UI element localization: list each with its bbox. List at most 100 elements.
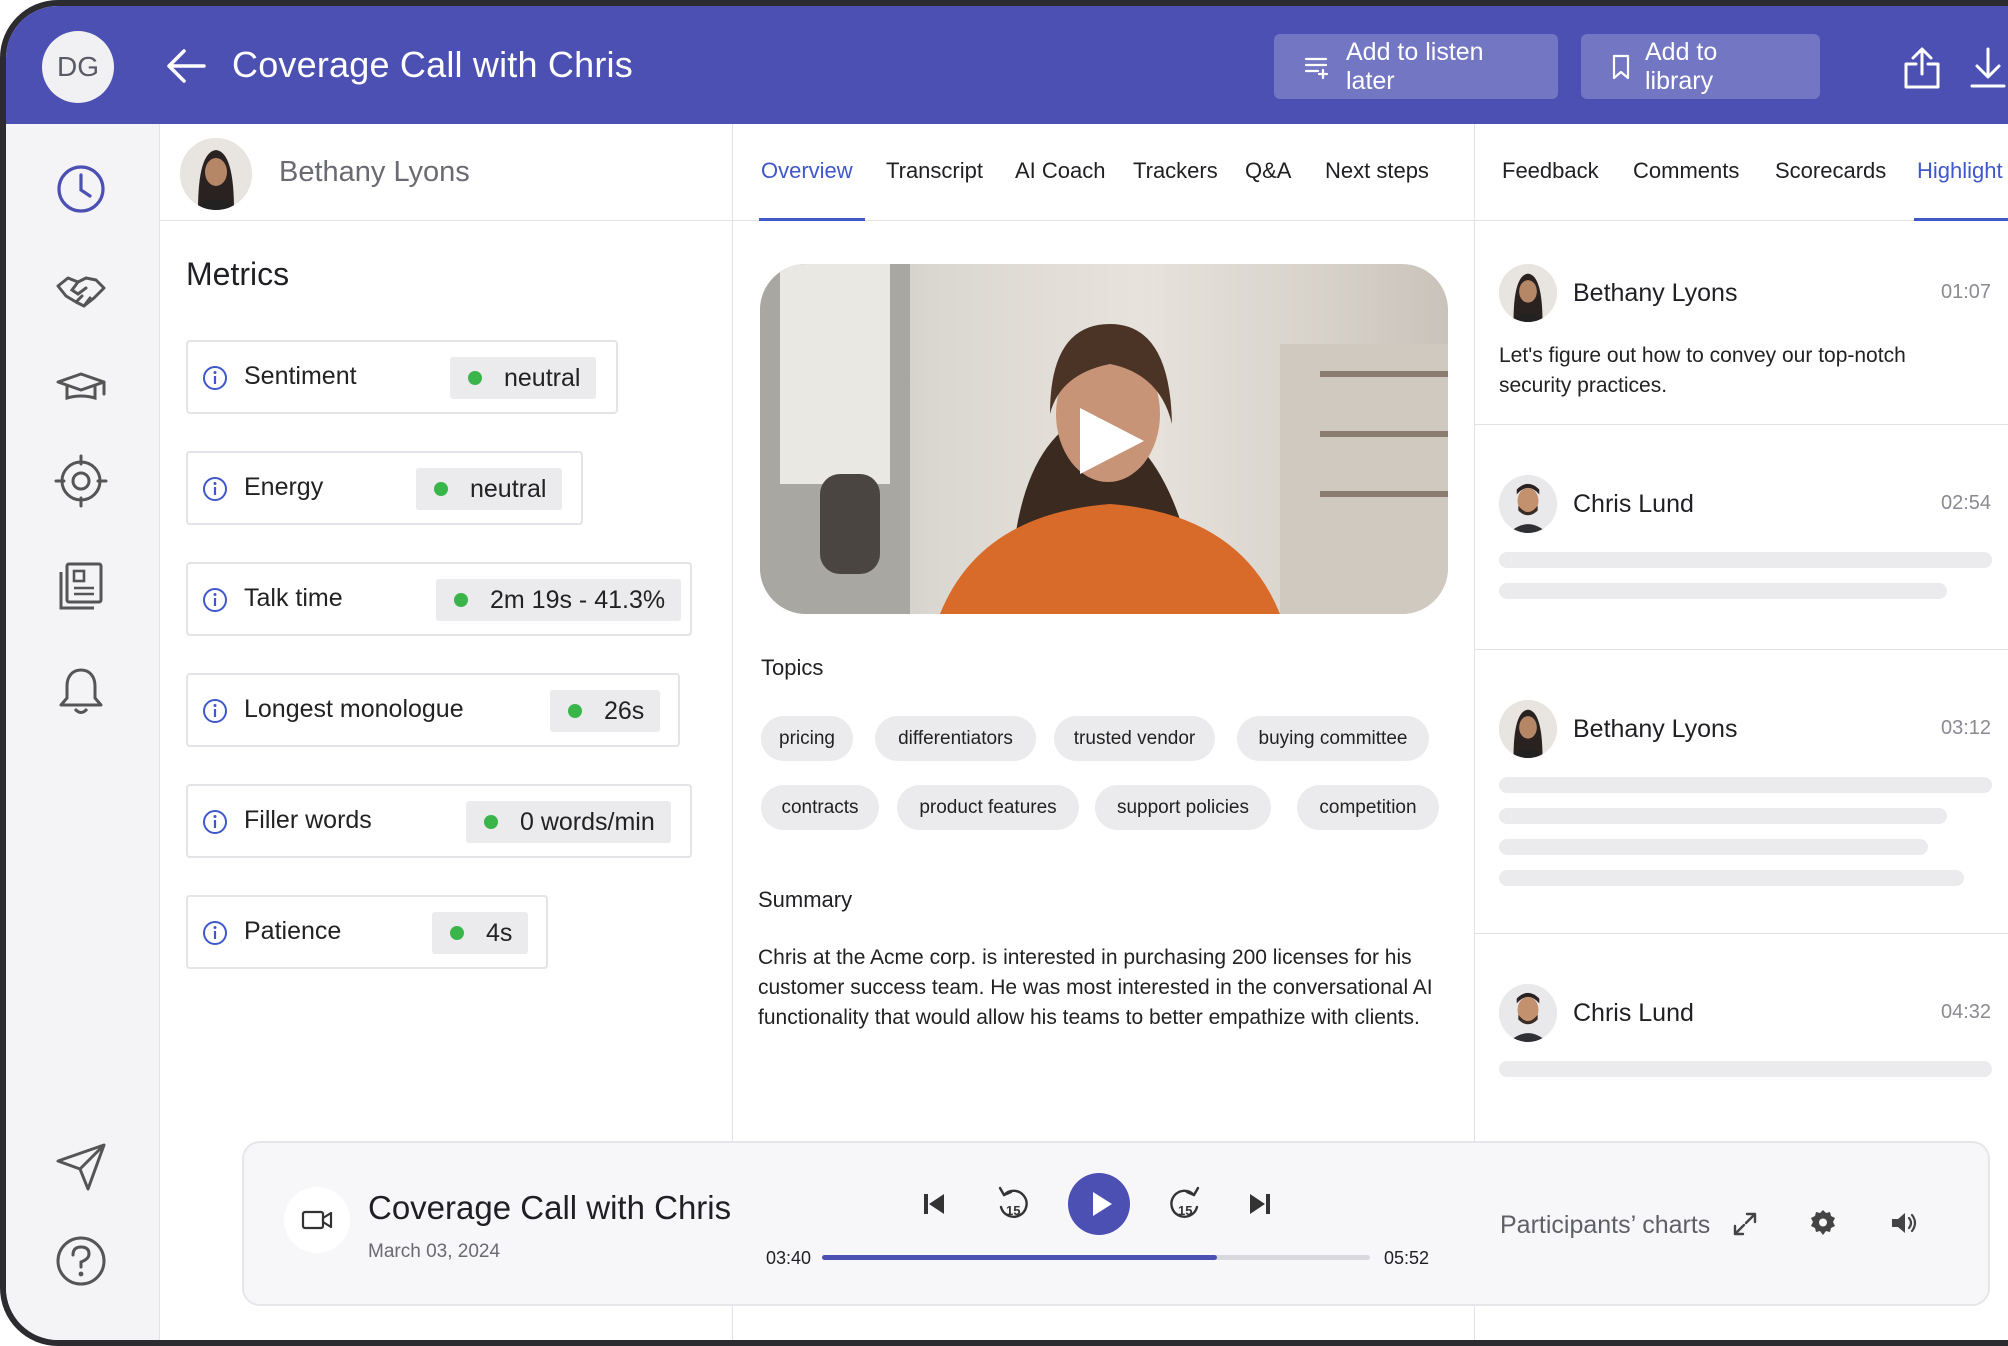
add-to-listen-later-button[interactable]: Add to listen later xyxy=(1274,34,1558,99)
topic-chip[interactable]: support policies xyxy=(1095,785,1271,830)
tab-scorecards[interactable]: Scorecards xyxy=(1775,158,1886,184)
person-photo-icon xyxy=(1499,700,1557,758)
metric-energy: Energy neutral xyxy=(186,451,583,525)
forward-15-icon[interactable]: 15 xyxy=(1168,1183,1202,1223)
info-icon[interactable] xyxy=(202,587,228,613)
active-tab-indicator xyxy=(759,218,865,221)
participant-name: Bethany Lyons xyxy=(279,156,470,188)
comment-timestamp[interactable]: 02:54 xyxy=(1941,492,1991,515)
info-icon[interactable] xyxy=(202,476,228,502)
download-icon[interactable] xyxy=(1968,46,2008,90)
person-photo-icon xyxy=(1499,264,1557,322)
chris-avatar xyxy=(1499,984,1557,1042)
summary-label: Summary xyxy=(758,887,853,912)
tab-comments[interactable]: Comments xyxy=(1633,158,1739,184)
topic-chip[interactable]: pricing xyxy=(761,716,853,761)
tab-trackers[interactable]: Trackers xyxy=(1133,158,1218,184)
document-icon[interactable] xyxy=(54,560,108,614)
target-icon[interactable] xyxy=(54,454,108,508)
person-photo-icon xyxy=(180,138,252,210)
tab-transcript[interactable]: Transcript xyxy=(886,158,983,184)
skip-next-icon[interactable] xyxy=(1248,1191,1272,1217)
info-icon[interactable] xyxy=(202,920,228,946)
tab-overview[interactable]: Overview xyxy=(761,158,853,184)
tab-next-steps[interactable]: Next steps xyxy=(1325,158,1429,184)
tab-ai-coach[interactable]: AI Coach xyxy=(1015,158,1106,184)
tab-feedback[interactable]: Feedback xyxy=(1502,158,1599,184)
status-dot xyxy=(454,593,468,607)
handshake-icon[interactable] xyxy=(54,264,108,318)
share-icon[interactable] xyxy=(1902,46,1942,90)
play-overlay-icon[interactable] xyxy=(1076,404,1148,478)
add-to-library-button[interactable]: Add to library xyxy=(1581,34,1820,99)
app-window: DG Coverage Call with Chris Add to liste… xyxy=(0,0,2008,1346)
skeleton-line xyxy=(1499,839,1928,855)
bell-icon[interactable] xyxy=(54,664,108,718)
info-icon[interactable] xyxy=(202,809,228,835)
metric-value: 0 words/min xyxy=(466,801,671,843)
tab-qa[interactable]: Q&A xyxy=(1245,158,1291,184)
metric-label: Patience xyxy=(244,917,342,945)
topic-chip[interactable]: contracts xyxy=(761,785,879,830)
participants-charts-label[interactable]: Participants’ charts xyxy=(1500,1211,1710,1240)
metric-value: 2m 19s - 41.3% xyxy=(436,579,682,621)
end-time: 05:52 xyxy=(1384,1248,1430,1268)
topic-chip[interactable]: differentiators xyxy=(875,716,1036,761)
info-icon[interactable] xyxy=(202,365,228,391)
metric-value: neutral xyxy=(416,468,563,510)
status-dot xyxy=(484,815,498,829)
tabs-divider xyxy=(160,220,2008,221)
volume-icon[interactable] xyxy=(1889,1209,1919,1237)
graduation-cap-icon[interactable] xyxy=(54,364,108,418)
user-avatar[interactable]: DG xyxy=(42,31,114,103)
metric-value-text: neutral xyxy=(504,363,581,392)
skeleton-line xyxy=(1499,870,1964,886)
metric-value-text: 0 words/min xyxy=(520,807,655,836)
topic-chip[interactable]: product features xyxy=(897,785,1079,830)
metric-value-text: 26s xyxy=(604,696,645,725)
skeleton-line xyxy=(1499,1061,1992,1077)
topic-chip[interactable]: buying committee xyxy=(1237,716,1429,761)
send-icon[interactable] xyxy=(54,1139,108,1193)
comment-divider xyxy=(1475,933,2008,934)
metric-patience: Patience 4s xyxy=(186,895,548,969)
progress-track[interactable] xyxy=(822,1255,1370,1260)
status-dot xyxy=(468,371,482,385)
info-icon[interactable] xyxy=(202,698,228,724)
bethany-avatar xyxy=(1499,700,1557,758)
metric-longest-monologue: Longest monologue 26s xyxy=(186,673,680,747)
topic-chip[interactable]: competition xyxy=(1297,785,1439,830)
person-photo-icon xyxy=(1499,475,1557,533)
tab-highlight[interactable]: Highlight xyxy=(1917,158,2003,184)
metric-value-text: 4s xyxy=(486,918,513,947)
metric-value-text: neutral xyxy=(470,474,547,503)
metric-label: Filler words xyxy=(244,806,372,834)
comment-divider xyxy=(1475,424,2008,425)
topic-chip[interactable]: trusted vendor xyxy=(1054,716,1215,761)
playlist-add-icon xyxy=(1304,57,1329,79)
video-player[interactable] xyxy=(760,264,1448,614)
rewind-15-icon[interactable]: 15 xyxy=(996,1183,1030,1223)
comment-timestamp[interactable]: 01:07 xyxy=(1941,281,1991,304)
expand-icon[interactable] xyxy=(1732,1211,1758,1237)
metric-label: Sentiment xyxy=(244,362,357,390)
skip-previous-icon[interactable] xyxy=(922,1191,946,1217)
back-arrow-icon[interactable] xyxy=(164,46,208,86)
player-title: Coverage Call with Chris xyxy=(368,1189,732,1226)
metric-value: neutral xyxy=(450,357,597,399)
comment-author: Bethany Lyons xyxy=(1573,715,1738,743)
progress-fill xyxy=(822,1255,1217,1260)
comment-timestamp[interactable]: 04:32 xyxy=(1941,1001,1991,1024)
settings-gear-icon[interactable] xyxy=(1809,1209,1837,1237)
metrics-title: Metrics xyxy=(186,256,290,292)
help-icon[interactable] xyxy=(54,1234,108,1288)
forward-seconds: 15 xyxy=(1178,1203,1192,1218)
metric-value-text: 2m 19s - 41.3% xyxy=(490,585,666,614)
chris-avatar xyxy=(1499,475,1557,533)
clock-icon[interactable] xyxy=(54,162,108,216)
video-camera-button[interactable] xyxy=(284,1187,350,1253)
summary-text: Chris at the Acme corp. is interested in… xyxy=(758,946,1433,1029)
page-title: Coverage Call with Chris xyxy=(232,44,633,85)
comment-timestamp[interactable]: 03:12 xyxy=(1941,717,1991,740)
play-button[interactable] xyxy=(1068,1173,1130,1235)
